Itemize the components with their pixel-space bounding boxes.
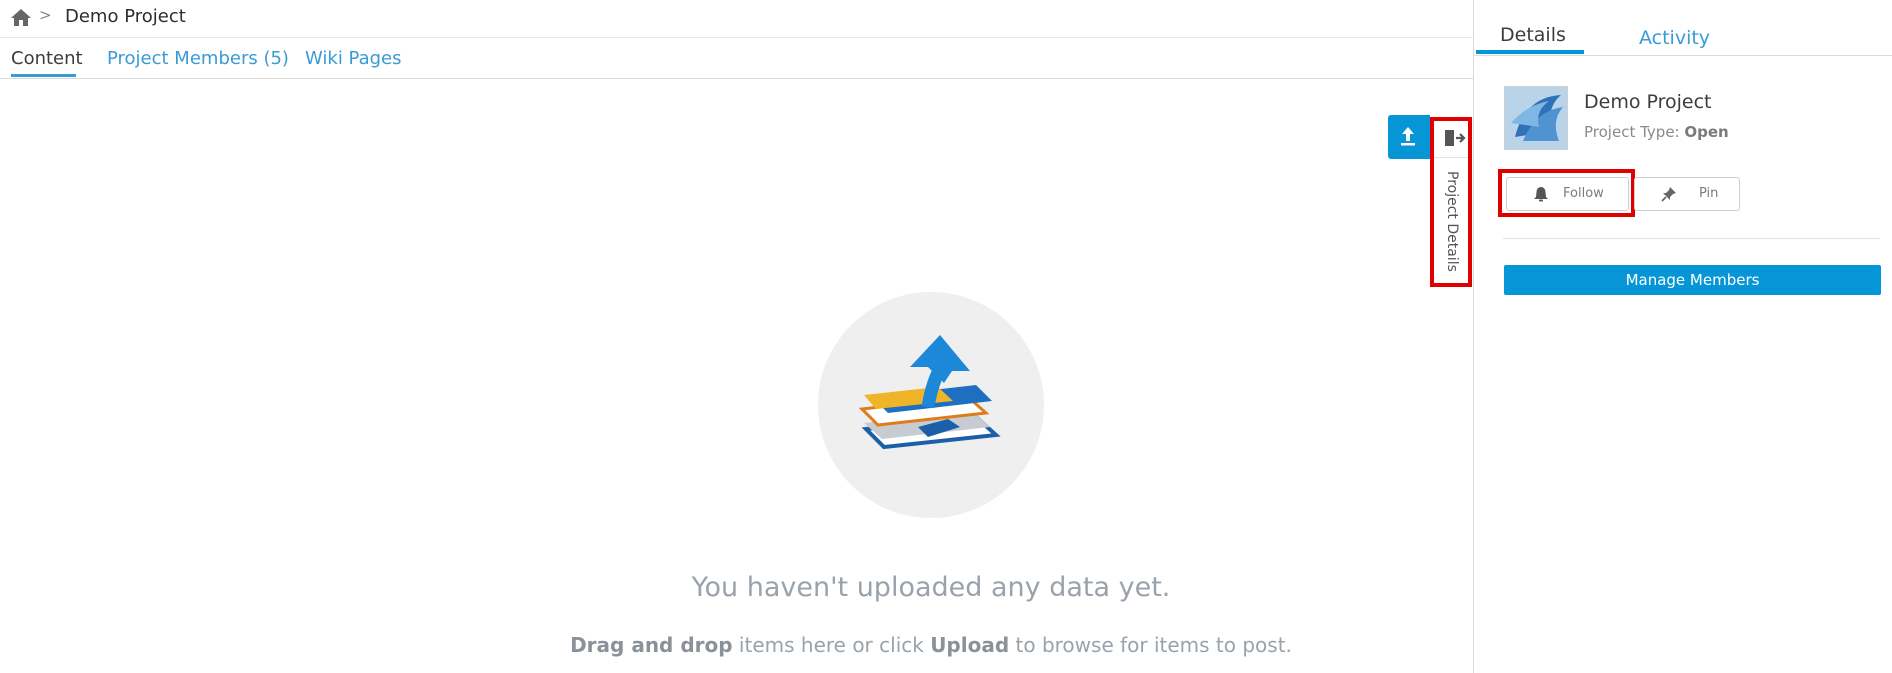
page-title: Demo Project	[65, 6, 186, 27]
upload-button[interactable]	[1388, 115, 1430, 159]
active-tab-indicator	[1476, 50, 1584, 54]
project-details-panel: Details Activity Demo Project Project Ty…	[1473, 0, 1892, 673]
manage-members-button[interactable]: Manage Members	[1504, 265, 1881, 295]
follow-label: Follow	[1563, 186, 1604, 201]
project-thumbnail	[1504, 86, 1568, 150]
project-type-value: Open	[1684, 123, 1729, 141]
follow-button[interactable]: Follow	[1506, 177, 1629, 211]
pin-label: Pin	[1699, 186, 1719, 201]
panel-tabs: Details Activity	[1474, 0, 1892, 56]
tab-details[interactable]: Details	[1500, 24, 1566, 46]
bell-icon	[1533, 186, 1549, 202]
project-type: Project Type: Open	[1584, 123, 1729, 141]
active-tab-indicator	[11, 74, 76, 77]
project-details-toggle[interactable]: Project Details	[1430, 117, 1472, 287]
upload-icon	[1398, 125, 1418, 147]
project-type-label: Project Type:	[1584, 123, 1685, 141]
breadcrumb-separator: >	[39, 6, 52, 24]
divider	[1503, 238, 1880, 239]
divider	[1434, 157, 1468, 158]
pin-icon	[1661, 186, 1677, 202]
tab-content[interactable]: Content	[11, 48, 83, 69]
project-details-label: Project Details	[1444, 171, 1460, 272]
follow-highlight: Follow	[1498, 169, 1635, 217]
collapse-panel-icon[interactable]	[1444, 128, 1466, 148]
drag-drop-text: Drag and drop	[570, 633, 733, 657]
tab-wiki-pages[interactable]: Wiki Pages	[305, 48, 402, 69]
home-icon[interactable]	[10, 7, 32, 27]
upload-files-icon	[858, 335, 1001, 450]
instruction-text-end: to browse for items to post.	[1009, 633, 1292, 657]
upload-text: Upload	[930, 633, 1010, 657]
breadcrumb: > Demo Project	[0, 0, 1473, 38]
empty-state-illustration	[818, 292, 1044, 518]
tab-project-members[interactable]: Project Members (5)	[107, 48, 289, 69]
project-name: Demo Project	[1584, 91, 1712, 113]
tab-activity[interactable]: Activity	[1639, 27, 1710, 49]
content-tabs: Content Project Members (5) Wiki Pages	[0, 38, 1473, 79]
pin-button[interactable]: Pin	[1634, 177, 1740, 211]
instruction-text: items here or click	[732, 633, 931, 657]
